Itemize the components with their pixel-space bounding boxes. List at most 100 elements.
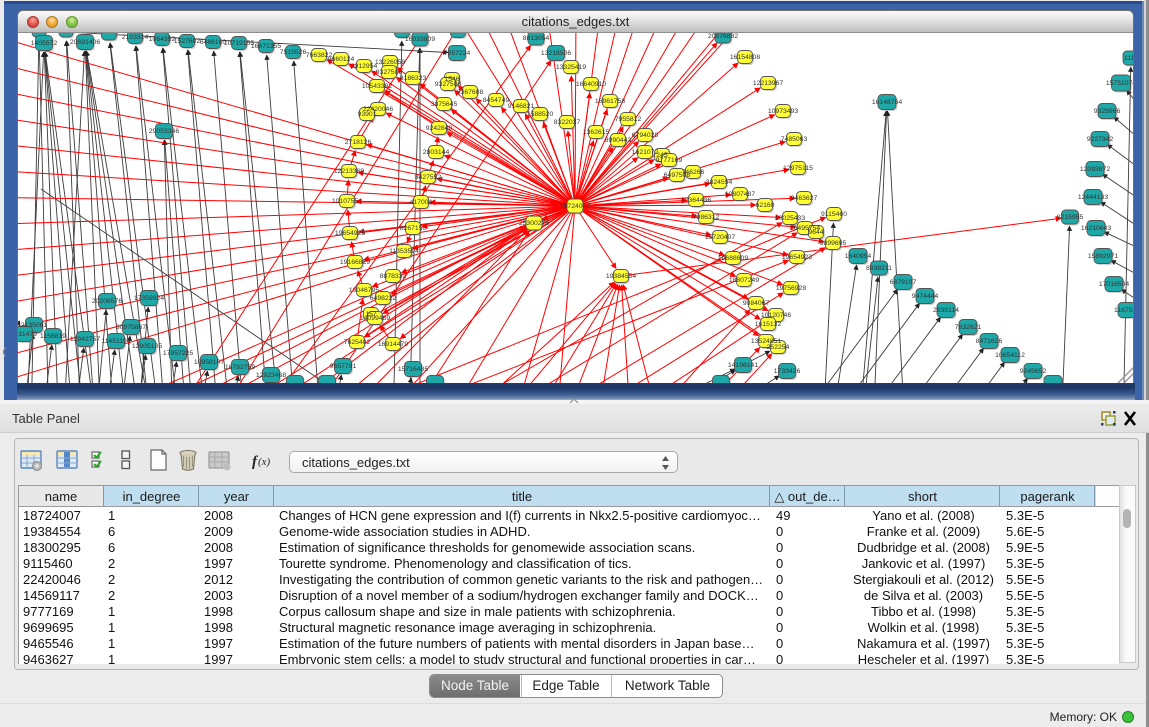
- svg-text:9245652: 9245652: [1020, 368, 1047, 375]
- svg-text:6498222: 6498222: [370, 295, 397, 302]
- svg-text:13325419: 13325419: [556, 64, 586, 71]
- svg-text:3875645: 3875645: [431, 101, 458, 108]
- svg-text:1733426: 1733426: [774, 368, 801, 375]
- svg-text:18807249: 18807249: [729, 277, 759, 284]
- svg-text:12093872: 12093872: [1080, 166, 1110, 173]
- svg-text:12213369: 12213369: [334, 168, 364, 175]
- svg-text:19654923: 19654923: [782, 254, 812, 261]
- svg-text:8878332: 8878332: [380, 273, 407, 280]
- svg-text:7955812: 7955812: [615, 116, 642, 123]
- svg-text:10543382: 10543382: [362, 83, 392, 90]
- svg-text:417004: 417004: [410, 199, 433, 206]
- svg-text:2367608: 2367608: [457, 89, 484, 96]
- svg-text:10025433: 10025433: [775, 215, 805, 222]
- svg-text:16914479: 16914479: [378, 341, 408, 348]
- svg-text:10120746: 10120746: [761, 312, 791, 319]
- svg-text:12923468: 12923468: [256, 372, 286, 379]
- svg-text:2103314: 2103314: [122, 34, 149, 41]
- svg-text:2718126: 2718126: [345, 139, 372, 146]
- svg-text:29053346: 29053346: [149, 128, 179, 135]
- svg-text:7515526: 7515526: [280, 49, 307, 56]
- svg-text:(x): (x): [258, 456, 271, 468]
- svg-text:9474444: 9474444: [912, 293, 939, 300]
- svg-text:9227342: 9227342: [1087, 136, 1114, 143]
- svg-text:9327506: 9327506: [376, 69, 403, 76]
- svg-text:9327508: 9327508: [435, 81, 462, 88]
- svg-text:19756928: 19756928: [776, 285, 806, 292]
- svg-text:18724007: 18724007: [560, 203, 590, 210]
- svg-text:8322037: 8322037: [554, 119, 581, 126]
- svg-text:8912954: 8912954: [351, 63, 378, 70]
- svg-text:14196141: 14196141: [728, 362, 758, 369]
- svg-text:12975115: 12975115: [783, 165, 813, 172]
- svg-text:16154808: 16154808: [730, 54, 760, 61]
- svg-text:20364436: 20364436: [681, 197, 711, 204]
- svg-text:9146821: 9146821: [508, 103, 535, 110]
- svg-text:16210643: 16210643: [1081, 225, 1111, 232]
- svg-text:19166829: 19166829: [340, 259, 370, 266]
- svg-text:9463627: 9463627: [791, 195, 818, 202]
- svg-text:7485063: 7485063: [781, 136, 808, 143]
- svg-text:62160: 62160: [756, 202, 775, 209]
- svg-text:1112: 1112: [1124, 55, 1133, 62]
- svg-text:8471626: 8471626: [976, 338, 1003, 345]
- svg-text:20206576: 20206576: [92, 298, 122, 305]
- svg-text:1362615: 1362615: [583, 129, 610, 136]
- svg-text:12444133: 12444133: [1078, 194, 1108, 201]
- svg-text:16782759: 16782759: [225, 364, 255, 371]
- svg-text:8938211: 8938211: [866, 265, 892, 272]
- svg-text:7625402: 7625402: [344, 339, 371, 346]
- svg-text:10107554: 10107554: [332, 198, 362, 205]
- svg-text:8990443: 8990443: [605, 137, 632, 144]
- svg-text:6879197: 6879197: [890, 279, 917, 286]
- svg-text:9115460: 9115460: [821, 211, 847, 218]
- svg-text:15892971: 15892971: [1088, 253, 1118, 260]
- svg-text:16046795: 16046795: [349, 287, 379, 294]
- svg-text:10688609: 10688609: [718, 255, 748, 262]
- svg-text:9644: 9644: [808, 229, 823, 236]
- svg-text:9242848: 9242848: [426, 125, 453, 132]
- svg-text:3911479: 3911479: [18, 331, 37, 338]
- svg-text:16671355: 16671355: [251, 43, 281, 50]
- svg-text:17359924: 17359924: [134, 295, 164, 302]
- svg-text:252254: 252254: [767, 344, 790, 351]
- svg-text:1527602: 1527602: [174, 38, 201, 45]
- svg-text:8454749: 8454749: [483, 97, 510, 104]
- svg-text:13226058: 13226058: [375, 59, 405, 66]
- svg-text:15751074: 15751074: [1106, 80, 1133, 87]
- svg-text:19384554: 19384554: [606, 273, 636, 280]
- svg-text:8267150: 8267150: [400, 225, 427, 232]
- svg-text:11353594: 11353594: [389, 248, 419, 255]
- svg-text:20691406: 20691406: [70, 39, 100, 46]
- svg-text:10719155: 10719155: [224, 40, 254, 47]
- svg-text:10958107: 10958107: [194, 359, 224, 366]
- svg-text:19654925: 19654925: [335, 230, 365, 237]
- svg-text:2803144: 2803144: [423, 149, 450, 156]
- svg-text:1588520: 1588520: [527, 111, 554, 118]
- svg-text:16148784: 16148784: [872, 99, 902, 106]
- svg-text:1156819: 1156819: [40, 333, 66, 340]
- svg-text:9657791: 9657791: [330, 363, 357, 370]
- svg-text:16961758: 16961758: [595, 98, 625, 105]
- svg-text:7632621: 7632621: [955, 324, 982, 331]
- svg-text:2935114: 2935114: [933, 307, 959, 314]
- svg-text:12905135: 12905135: [132, 343, 162, 350]
- svg-text:3824554: 3824554: [706, 179, 733, 186]
- svg-text:10807487: 10807487: [725, 191, 755, 198]
- svg-text:16033809: 16033809: [405, 36, 435, 43]
- svg-text:17957225: 17957225: [163, 350, 193, 357]
- svg-text:14099489: 14099489: [360, 315, 390, 322]
- svg-text:9084067: 9084067: [743, 300, 770, 307]
- svg-text:8186323: 8186323: [400, 75, 427, 82]
- svg-text:6466160: 6466160: [200, 39, 227, 46]
- svg-text:11451194: 11451194: [101, 338, 130, 345]
- svg-text:8215955: 8215955: [1057, 214, 1084, 221]
- svg-text:17016504: 17016504: [1099, 281, 1129, 288]
- svg-text:7986312: 7986312: [693, 214, 720, 221]
- svg-text:9899695: 9899695: [820, 240, 847, 247]
- svg-text:1621072: 1621072: [632, 149, 659, 156]
- svg-text:15716485: 15716485: [398, 366, 428, 373]
- svg-text:746266: 746266: [682, 169, 705, 176]
- svg-text:1615132: 1615132: [755, 321, 782, 328]
- svg-text:93901: 93901: [358, 111, 377, 118]
